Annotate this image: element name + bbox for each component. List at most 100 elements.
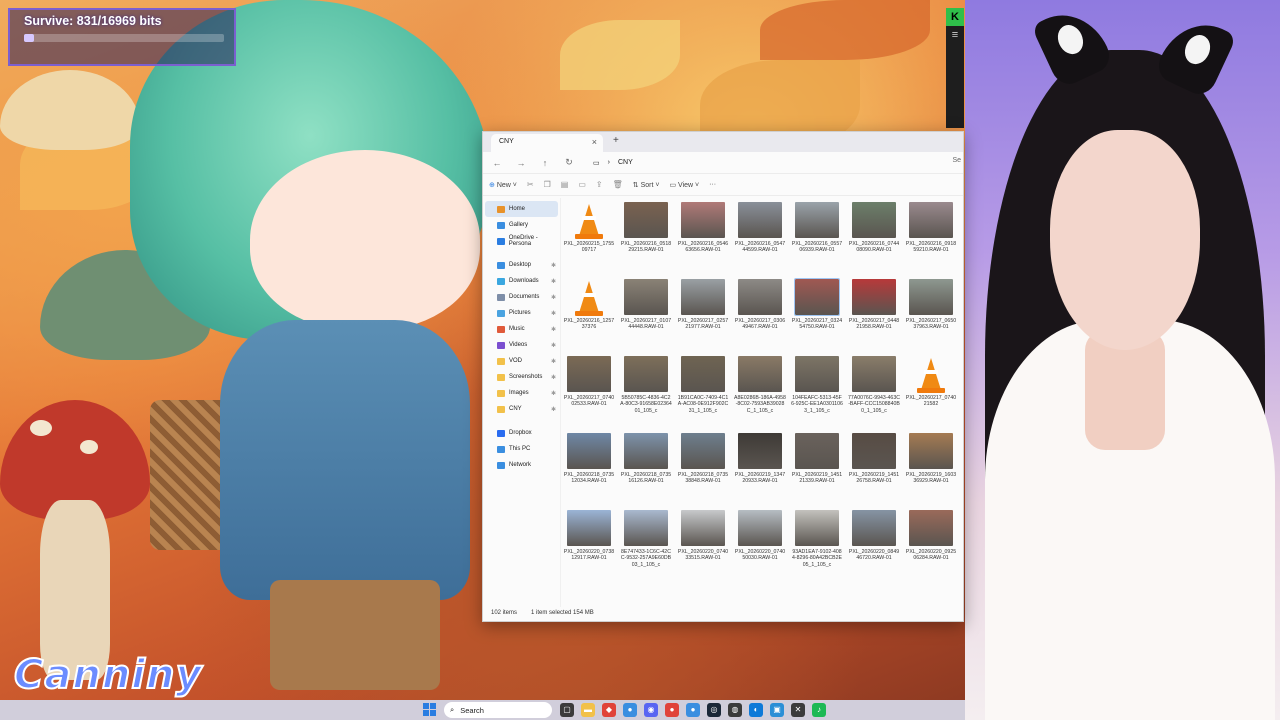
file-item[interactable]: PXL_20260220_092506284.RAW-01 (905, 510, 957, 584)
edge-icon[interactable]: ◐ (749, 703, 763, 717)
file-item[interactable]: 77A0076C-9943-463C-BAFF-CCC1508840B0_1_1… (848, 356, 900, 430)
file-item[interactable]: PXL_20260216_054744599.RAW-01 (734, 202, 786, 276)
nav-item[interactable]: Documents ✱ (483, 289, 560, 305)
file-item[interactable]: PXL_20260220_073812917.RAW-01 (563, 510, 615, 584)
nav-item[interactable]: Pictures ✱ (483, 305, 560, 321)
cloud-icon (497, 237, 505, 245)
file-item[interactable]: PXL_20260220_084946720.RAW-01 (848, 510, 900, 584)
search-box[interactable]: Se (952, 157, 961, 164)
windows-start-icon[interactable] (423, 703, 436, 716)
file-item[interactable]: 5B50785C-4836-4C2A-80C3-91658E0236401_10… (620, 356, 672, 430)
refresh-icon[interactable]: ↻ (563, 157, 575, 168)
nav-item[interactable]: This PC (483, 441, 560, 457)
delete-icon[interactable]: 🗑 (613, 180, 623, 189)
paste-icon[interactable]: ▤ (561, 180, 569, 189)
file-item[interactable]: PXL_20260218_073512034.RAW-01 (563, 433, 615, 507)
file-item[interactable]: 104FEAFC-5313-45F6-925C-EE1A03011063_1_1… (791, 356, 843, 430)
file-name: 5B50785C-4836-4C2A-80C3-91658E0236401_10… (620, 395, 672, 414)
file-item[interactable]: PXL_20260216_051829215.RAW-01 (620, 202, 672, 276)
file-item[interactable]: PXL_20260217_025721977.RAW-01 (677, 279, 729, 353)
copy-icon[interactable]: ❐ (544, 180, 551, 189)
file-explorer-icon[interactable]: ▬ (581, 703, 595, 717)
photo-thumbnail (624, 279, 668, 315)
file-item[interactable]: PXL_20260218_073516126.RAW-01 (620, 433, 672, 507)
status-bar: 102 items 1 item selected 154 MB (483, 607, 963, 621)
file-item[interactable]: PXL_20260219_145121339.RAW-01 (791, 433, 843, 507)
app-icon[interactable]: ◆ (602, 703, 616, 717)
file-item[interactable]: PXL_20260219_160336929.RAW-01 (905, 433, 957, 507)
file-item[interactable]: PXL_20260217_032454750.RAW-01 (791, 278, 843, 353)
file-item[interactable]: 1B91CA0C-7409-4C1A-AC08-0E912F902C31_1_1… (677, 356, 729, 430)
photo-thumbnail (795, 433, 839, 469)
chrome-icon[interactable]: ● (623, 703, 637, 717)
nav-item[interactable]: OneDrive - Persona (483, 233, 560, 249)
nav-item[interactable]: Music ✱ (483, 321, 560, 337)
chrome-profile-icon[interactable]: ● (686, 703, 700, 717)
nav-item[interactable]: VOD ✱ (483, 353, 560, 369)
file-item[interactable]: PXL_20260217_010744448.RAW-01 (620, 279, 672, 353)
pin-icon: ✱ (550, 294, 556, 301)
file-name: 77A0076C-9943-463C-BAFF-CCC1508840B0_1_1… (848, 395, 900, 414)
app-blue-icon[interactable]: ▣ (770, 703, 784, 717)
file-item[interactable]: PXL_20260216_054663656.RAW-01 (677, 202, 729, 276)
file-item[interactable]: 93AD1EA7-9102-4084-8296-80A42BCB2E05_1_1… (791, 510, 843, 584)
up-icon[interactable]: ↑ (539, 158, 551, 168)
breadcrumb[interactable]: ▭ › CNY (593, 159, 633, 167)
file-item[interactable]: PXL_20260216_091859210.RAW-01 (905, 202, 957, 276)
nav-item[interactable]: Gallery (483, 217, 560, 233)
file-item[interactable]: PXL_20260216_125737376 (563, 279, 615, 353)
taskbar-search[interactable]: ⌕ Search (444, 702, 552, 718)
nav-item[interactable]: Screenshots ✱ (483, 369, 560, 385)
nav-item[interactable]: Dropbox (483, 425, 560, 441)
monitor-icon: ▭ (593, 159, 600, 167)
nav-item[interactable]: Videos ✱ (483, 337, 560, 353)
spotify-icon[interactable]: ♪ (812, 703, 826, 717)
photo-thumbnail (681, 433, 725, 469)
file-item[interactable]: PXL_20260218_073538848.RAW-01 (677, 433, 729, 507)
file-item[interactable]: PXL_20260217_030649467.RAW-01 (734, 279, 786, 353)
file-item[interactable]: A8E0286B-186A-4958-8C02-7593AB39028C_1_1… (734, 356, 786, 430)
obs-icon[interactable]: ◍ (728, 703, 742, 717)
file-item[interactable]: PXL_20260216_055706939.RAW-01 (791, 202, 843, 276)
cut-icon[interactable]: ✂ (527, 180, 534, 189)
photo-thumbnail (738, 279, 782, 315)
more-options-icon[interactable]: ··· (709, 181, 716, 188)
forward-icon[interactable]: → (515, 158, 527, 168)
file-item[interactable]: PXL_20260220_074033515.RAW-01 (677, 510, 729, 584)
file-item[interactable]: PXL_20260217_074002533.RAW-01 (563, 356, 615, 430)
file-item[interactable]: PXL_20260220_074050030.RAW-01 (734, 510, 786, 584)
file-item[interactable]: 8E747433-1C6C-42CC-9532-257A9E60DB03_1_1… (620, 510, 672, 584)
pin-icon: ✱ (550, 342, 556, 349)
nav-item[interactable]: Home (485, 201, 558, 217)
view-button[interactable]: ▭ View ˅ (669, 181, 699, 189)
file-item[interactable]: PXL_20260217_074021582 (905, 356, 957, 430)
file-item[interactable]: PXL_20260216_074408090.RAW-01 (848, 202, 900, 276)
settings-sliders-icon[interactable]: ≡ (946, 26, 964, 44)
photo-thumbnail (909, 279, 953, 315)
nav-item[interactable]: Desktop ✱ (483, 257, 560, 273)
new-tab-icon[interactable]: + (613, 135, 619, 146)
rename-icon[interactable]: ▭ (578, 180, 586, 189)
close-app-icon[interactable]: ✕ (791, 703, 805, 717)
discord-icon[interactable]: ◉ (644, 703, 658, 717)
close-tab-icon[interactable]: × (592, 137, 597, 147)
back-icon[interactable]: ← (491, 158, 503, 168)
nav-item[interactable]: Downloads ✱ (483, 273, 560, 289)
nav-item[interactable]: Images ✱ (483, 385, 560, 401)
nav-item[interactable]: CNY ✱ (483, 401, 560, 417)
file-item[interactable]: PXL_20260217_044821958.RAW-01 (848, 279, 900, 353)
task-view-icon[interactable]: ▢ (560, 703, 574, 717)
file-item[interactable]: PXL_20260219_145126758.RAW-01 (848, 433, 900, 507)
file-item[interactable]: PXL_20260215_175509717 (563, 202, 615, 276)
kick-icon[interactable]: K (946, 8, 964, 26)
new-button[interactable]: ⊕ New ˅ (489, 181, 517, 189)
file-name: PXL_20260217_030649467.RAW-01 (734, 318, 786, 331)
share-icon[interactable]: ⇪ (596, 180, 603, 189)
file-item[interactable]: PXL_20260217_065037963.RAW-01 (905, 279, 957, 353)
browser-icon[interactable]: ● (665, 703, 679, 717)
sort-button[interactable]: ⇅ Sort ˅ (633, 181, 660, 189)
tab-cny[interactable]: CNY × (491, 134, 603, 152)
steam-icon[interactable]: ◎ (707, 703, 721, 717)
nav-item[interactable]: Network (483, 457, 560, 473)
file-item[interactable]: PXL_20260219_134720933.RAW-01 (734, 433, 786, 507)
